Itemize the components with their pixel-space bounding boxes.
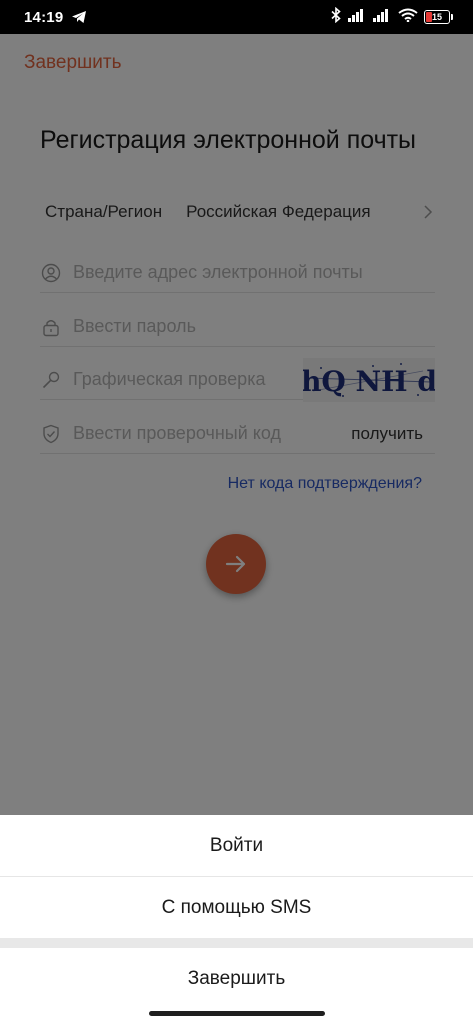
status-time: 14:19: [24, 8, 64, 26]
battery-level: 15: [431, 12, 442, 22]
signal-icon-2: [373, 8, 392, 27]
signal-icon: [348, 8, 367, 27]
battery-icon: 15: [424, 10, 453, 24]
action-sheet: Войти С помощью SMS Завершить: [0, 815, 473, 1024]
sheet-gap: [0, 938, 473, 948]
sms-option[interactable]: С помощью SMS: [0, 877, 473, 938]
wifi-icon: [398, 8, 418, 27]
cancel-option[interactable]: Завершить: [0, 948, 473, 1010]
login-option[interactable]: Войти: [0, 815, 473, 876]
bluetooth-icon: [330, 6, 342, 28]
status-bar: 14:19 15: [0, 0, 473, 34]
telegram-icon: [71, 10, 87, 24]
status-icons: 15: [330, 6, 453, 28]
home-indicator[interactable]: [149, 1011, 325, 1016]
